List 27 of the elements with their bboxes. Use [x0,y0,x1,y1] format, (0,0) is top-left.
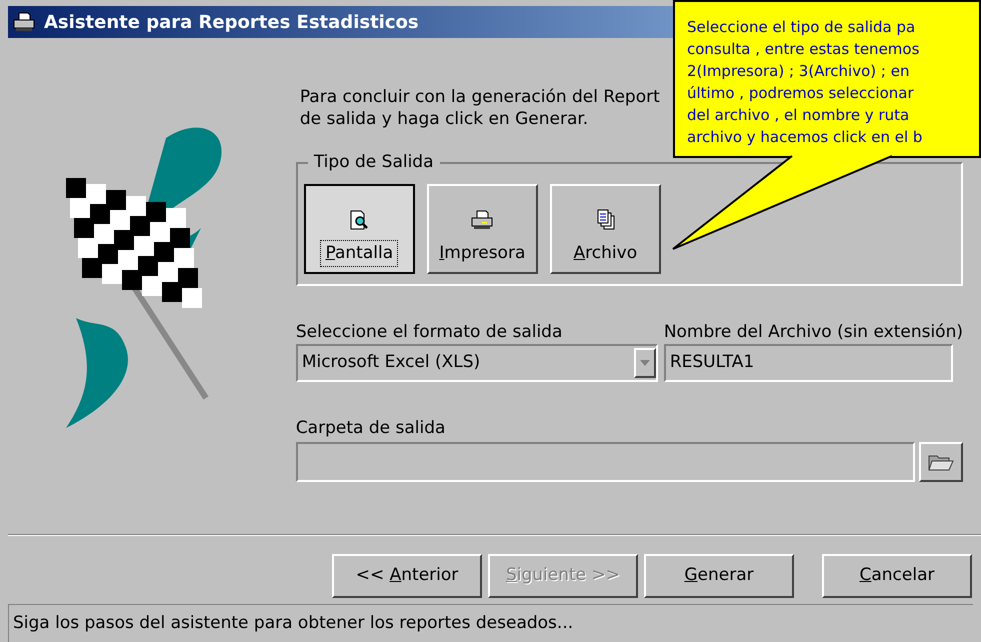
printer-icon [12,12,36,32]
field-label: Carpeta de salida [296,417,446,440]
format-dropdown[interactable]: Microsoft Excel (XLS) [296,344,658,382]
group-title: Tipo de Salida [308,151,440,173]
wizard-button[interactable]: Generar [644,554,794,598]
printer-icon [470,208,494,230]
callout-text: archivo y hacemos click en el b [687,127,922,148]
callout-text: último , podremos seleccionar [687,83,914,104]
output-type-button[interactable]: Pantalla [304,184,415,274]
callout-text: del archivo , el nombre y ruta [687,105,910,126]
folder-browse-button[interactable] [919,442,963,482]
callout-text: Seleccione el tipo de salida pa [687,17,916,38]
field-label: Nombre del Archivo (sin extensión) [664,321,963,344]
instruction-text: de salida y haga click en Generar. [300,108,588,130]
file-name-field[interactable]: RESULTA1 [664,344,953,382]
output-type-button[interactable]: Archivo [550,184,661,274]
wizard-button[interactable]: Cancelar [822,554,972,598]
wizard-button[interactable]: << Anterior [332,554,482,598]
output-type-button[interactable]: Impresora [426,184,538,274]
status-text: Siga los pasos del asistente para obtener los reportes deseados... [13,612,574,635]
instruction-text: Para concluir con la generación del Report [300,86,660,108]
window-title: Asistente para Reportes Estadisticos [44,10,419,34]
callout-text: consulta , entre estas tenemos [687,39,920,60]
folder-field[interactable] [296,442,915,482]
document-magnifier-icon [348,208,370,230]
callout-text: 2(Impresora) ; 3(Archivo) ; en [687,61,910,82]
field-label: Seleccione el formato de salida [296,321,564,344]
